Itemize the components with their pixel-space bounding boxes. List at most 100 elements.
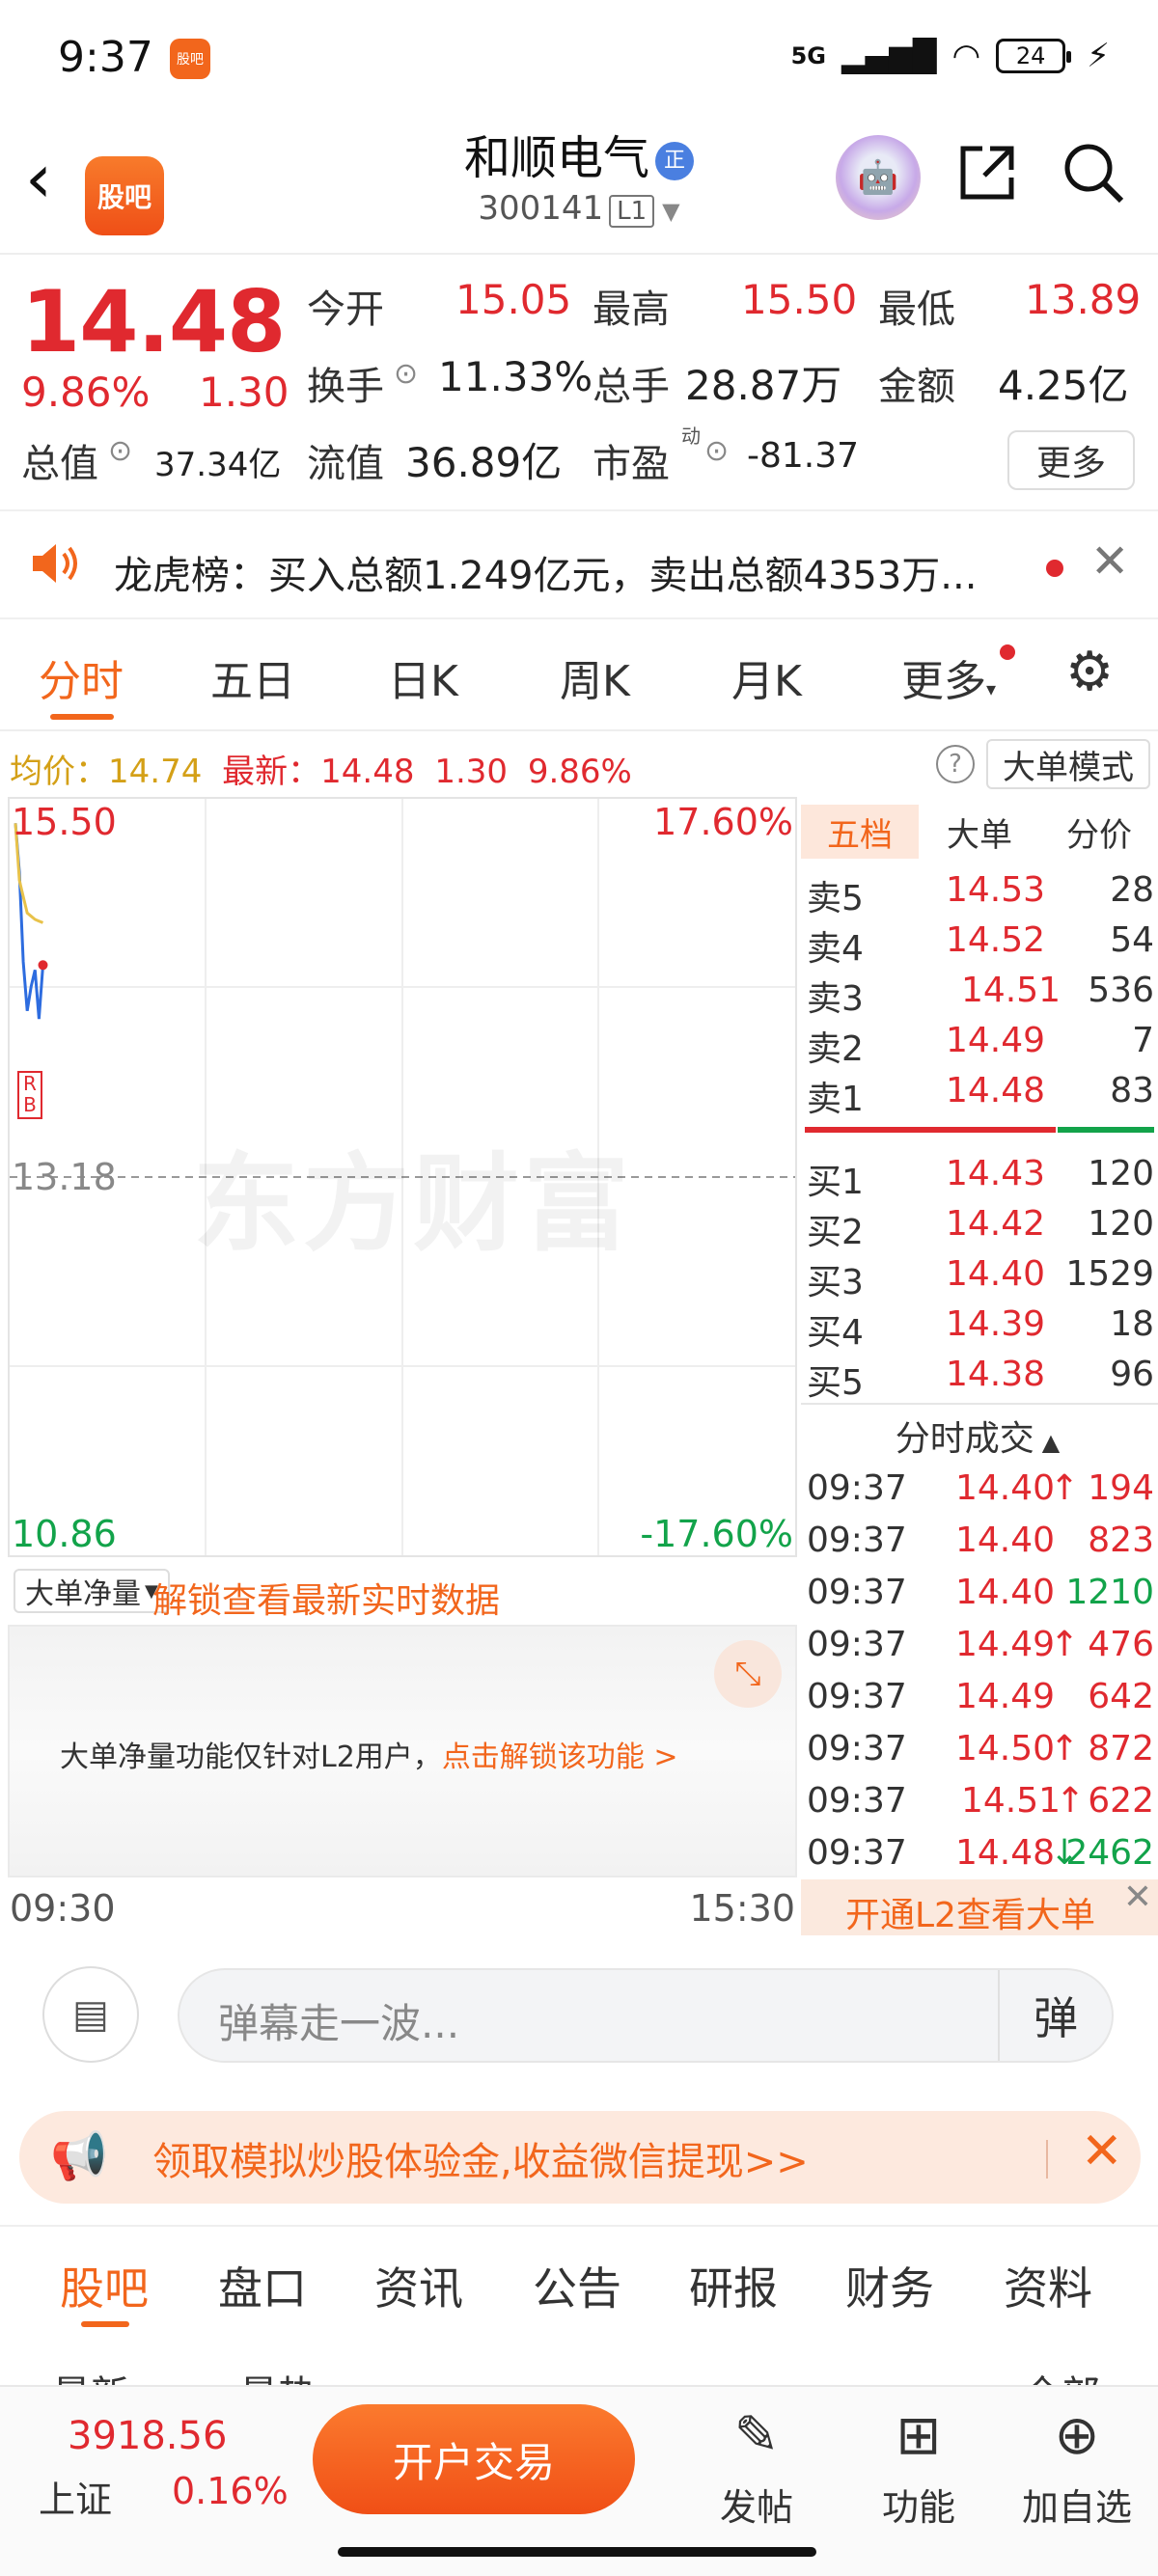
- battery-level: 24: [1015, 42, 1046, 69]
- ask-row: 卖2 14.49 7: [801, 1017, 1154, 1069]
- turnover-value: 11.33%: [438, 353, 593, 400]
- tab-guba[interactable]: 股吧: [60, 2254, 149, 2317]
- tab-news[interactable]: 资讯: [374, 2254, 463, 2317]
- stock-header: ‹ 股吧 和顺电气正 300141 L1 ▼ 🤖: [0, 116, 1158, 251]
- tab-underline: [50, 714, 114, 720]
- index-name[interactable]: 上证: [39, 2470, 112, 2523]
- status-right: 5G ▂▄▆█ ◠ 24 ⚡: [791, 37, 1110, 75]
- add-watchlist-button[interactable]: ⊕ 加自选: [1019, 2400, 1135, 2531]
- danmaku-input[interactable]: 弹幕走一波... 弹: [178, 1968, 1114, 2063]
- tick-volume: 194: [1088, 1468, 1154, 1508]
- tab-day-k[interactable]: 日K: [388, 646, 458, 708]
- l2-upgrade-bar[interactable]: 开通L2查看大单 ✕: [801, 1877, 1158, 1935]
- tick-arrow: ↑: [1050, 1729, 1080, 1768]
- high-value: 15.50: [741, 276, 858, 323]
- danmaku-toggle-button[interactable]: 弹: [998, 1970, 1112, 2061]
- edit-icon: ✎: [733, 2404, 780, 2467]
- gear-icon[interactable]: ⚙: [1065, 641, 1114, 703]
- netflow-lock-panel: ⤡ 大单净量功能仅针对L2用户，点击解锁该功能 >: [8, 1625, 797, 1877]
- marker-r: R: [23, 1072, 37, 1095]
- promo-banner[interactable]: 📢 领取模拟炒股体验金,收益微信提现>> ✕: [19, 2111, 1141, 2204]
- tick-row: 09:37 14.40 ↑ 194: [801, 1465, 1154, 1517]
- danmaku-settings-icon[interactable]: ▤: [42, 1966, 139, 2063]
- unlock-feature-link[interactable]: 点击解锁该功能 >: [442, 1740, 678, 1774]
- price-info-line: 均价：14.74 最新：14.48 1.30 9.86% ? 大单模式: [0, 733, 1158, 795]
- bid-row: 买5 14.38 96: [801, 1351, 1154, 1403]
- signal-icon: ▂▄▆█: [841, 38, 937, 74]
- ask-price: 14.51: [961, 971, 1062, 1010]
- intraday-chart[interactable]: 东方财富 15.50 17.60% 13.18 10.86 -17.60% RB: [8, 797, 797, 1557]
- promo-text: 领取模拟炒股体验金,收益微信提现>>: [152, 2140, 809, 2184]
- bid-strength-bar: [1058, 1127, 1154, 1133]
- status-time: 9:37: [58, 33, 153, 82]
- big-order-mode-button[interactable]: 大单模式: [986, 739, 1150, 789]
- network-label: 5G: [790, 42, 827, 69]
- open-account-trade-button[interactable]: 开户交易: [313, 2404, 635, 2514]
- search-icon[interactable]: [1062, 141, 1125, 220]
- index-pct[interactable]: 0.16%: [172, 2470, 289, 2512]
- tab-month-k[interactable]: 月K: [731, 646, 802, 708]
- close-icon[interactable]: ✕: [1123, 1877, 1152, 1917]
- tick-row: 09:37 14.50 ↑ 872: [801, 1725, 1154, 1777]
- ticks-header[interactable]: 分时成交 ▲: [801, 1411, 1154, 1461]
- help-icon[interactable]: ?: [936, 745, 975, 783]
- trade-marker[interactable]: RB: [17, 1071, 42, 1119]
- megaphone-icon: 📢: [50, 2129, 108, 2183]
- info-icon[interactable]: ⊙: [704, 434, 729, 468]
- close-icon[interactable]: ✕: [1090, 534, 1129, 589]
- order-book: 五档 大单 分价 卖5 14.53 28 卖4 14.52 54 卖3 14.51 536 …: [801, 797, 1158, 1935]
- tab-order-book[interactable]: 盘口: [218, 2254, 307, 2317]
- index-value[interactable]: 3918.56: [68, 2414, 227, 2458]
- bid-volume: 120: [1088, 1204, 1154, 1244]
- tab-financials[interactable]: 财务: [845, 2254, 934, 2317]
- low-label: 最低: [878, 288, 955, 332]
- tab-big-orders[interactable]: 大单: [921, 805, 1038, 859]
- tick-price: 14.40: [955, 1573, 1056, 1612]
- bid-price: 14.39: [946, 1304, 1046, 1344]
- tab-announcements[interactable]: 公告: [533, 2254, 621, 2317]
- tick-time: 09:37: [807, 1833, 907, 1873]
- bid-label: 买2: [807, 1213, 864, 1252]
- info-icon[interactable]: ⊙: [108, 434, 132, 468]
- expand-icon[interactable]: ⤡: [714, 1640, 782, 1708]
- tick-row: 09:37 14.40 823: [801, 1517, 1154, 1569]
- unlock-realtime-link[interactable]: 解锁查看最新实时数据: [152, 1573, 500, 1623]
- netflow-select[interactable]: 大单净量 ▼: [14, 1569, 170, 1613]
- watermark: 东方财富: [193, 1142, 633, 1266]
- tick-volume: 622: [1088, 1781, 1154, 1821]
- notice-banner[interactable]: 龙虎榜：买入总额1.249亿元，卖出总额4353万... ✕: [0, 509, 1158, 619]
- bid-row: 买3 14.40 1529: [801, 1250, 1154, 1302]
- search-icon-graphic: [1064, 144, 1124, 204]
- function-button[interactable]: ⊞ 功能: [861, 2400, 977, 2531]
- tick-volume: 476: [1088, 1625, 1154, 1664]
- more-button[interactable]: 更多: [1007, 430, 1135, 490]
- tick-arrow: ↑: [1056, 1781, 1086, 1821]
- close-icon[interactable]: ✕: [1081, 2123, 1123, 2180]
- assistant-avatar-icon[interactable]: 🤖: [836, 135, 921, 220]
- tick-arrow: ↑: [1050, 1468, 1080, 1508]
- post-button[interactable]: ✎ 发帖: [699, 2400, 814, 2531]
- info-icon[interactable]: ⊙: [394, 357, 418, 391]
- ticks-title: 分时成交: [895, 1419, 1034, 1459]
- y-min-label: 10.86: [12, 1513, 117, 1555]
- tab-five-day[interactable]: 五日: [210, 646, 295, 708]
- bid-volume: 1529: [1065, 1254, 1154, 1294]
- bid-row: 买2 14.42 120: [801, 1200, 1154, 1252]
- tab-week-k[interactable]: 周K: [560, 646, 630, 708]
- y-max-label: 15.50: [12, 801, 117, 843]
- tab-intraday[interactable]: 分时: [39, 646, 124, 708]
- volume-label: 总手: [593, 365, 670, 409]
- bid-label: 买5: [807, 1363, 864, 1403]
- current-price: 14.48: [21, 272, 286, 371]
- share-icon-graphic: [960, 146, 1014, 200]
- tab-price-dist[interactable]: 分价: [1040, 805, 1158, 859]
- tab-five-levels[interactable]: 五档: [801, 805, 919, 859]
- tab-more[interactable]: 更多▾: [901, 646, 996, 708]
- share-icon[interactable]: [955, 141, 1019, 220]
- tab-research[interactable]: 研报: [689, 2254, 778, 2317]
- tick-price: 14.40: [955, 1468, 1056, 1508]
- pe-label: 市盈: [593, 442, 670, 486]
- tab-profile[interactable]: 资料: [1004, 2254, 1092, 2317]
- ask-row: 卖1 14.48 83: [801, 1067, 1154, 1119]
- stock-tag-icon: 正: [655, 142, 694, 180]
